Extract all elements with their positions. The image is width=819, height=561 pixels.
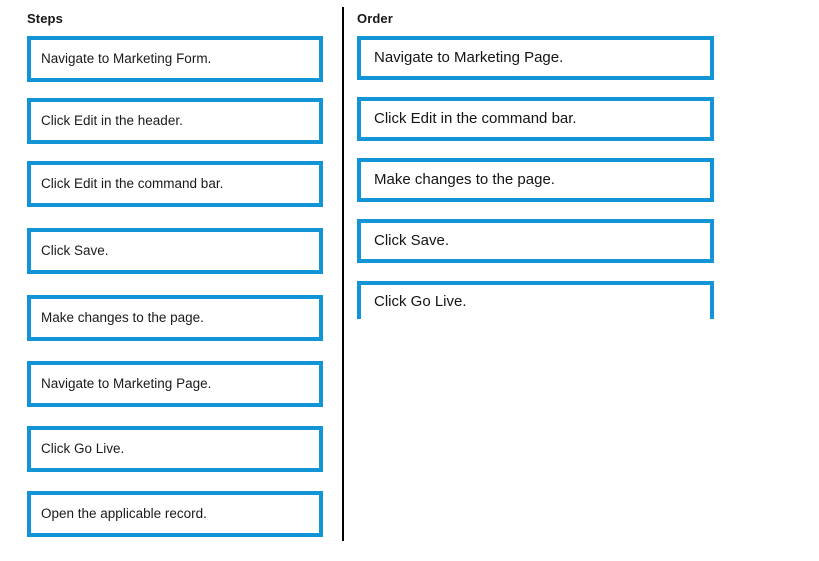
steps-card-5[interactable]: Make changes to the page. xyxy=(27,295,323,341)
steps-card-label: Navigate to Marketing Form. xyxy=(41,51,212,66)
order-card-label: Click Go Live. xyxy=(374,293,467,310)
steps-card-4[interactable]: Click Save. xyxy=(27,228,323,274)
steps-card-6[interactable]: Navigate to Marketing Page. xyxy=(27,361,323,407)
order-card-3[interactable]: Make changes to the page. xyxy=(357,158,714,202)
order-card-label: Click Save. xyxy=(374,232,450,249)
order-card-2[interactable]: Click Edit in the command bar. xyxy=(357,97,714,141)
steps-card-label: Click Save. xyxy=(41,243,109,258)
order-column-header: Order xyxy=(357,11,393,26)
steps-card-label: Click Edit in the header. xyxy=(41,113,183,128)
steps-card-label: Open the applicable record. xyxy=(41,506,207,521)
order-card-label: Navigate to Marketing Page. xyxy=(374,49,564,66)
steps-card-label: Click Go Live. xyxy=(41,441,125,456)
order-card-4[interactable]: Click Save. xyxy=(357,219,714,263)
column-divider xyxy=(342,7,344,541)
steps-column-header: Steps xyxy=(27,11,63,26)
steps-card-8[interactable]: Open the applicable record. xyxy=(27,491,323,537)
steps-card-1[interactable]: Navigate to Marketing Form. xyxy=(27,36,323,82)
order-card-label: Make changes to the page. xyxy=(374,171,555,188)
steps-card-label: Make changes to the page. xyxy=(41,310,204,325)
steps-card-2[interactable]: Click Edit in the header. xyxy=(27,98,323,144)
steps-card-3[interactable]: Click Edit in the command bar. xyxy=(27,161,323,207)
steps-card-label: Click Edit in the command bar. xyxy=(41,176,224,191)
order-card-5[interactable]: Click Go Live. xyxy=(357,281,714,319)
drag-and-drop-ordering-diagram: Steps Order Navigate to Marketing Form. … xyxy=(0,0,819,561)
order-card-1[interactable]: Navigate to Marketing Page. xyxy=(357,36,714,80)
steps-card-7[interactable]: Click Go Live. xyxy=(27,426,323,472)
steps-card-label: Navigate to Marketing Page. xyxy=(41,376,212,391)
order-card-label: Click Edit in the command bar. xyxy=(374,110,577,127)
